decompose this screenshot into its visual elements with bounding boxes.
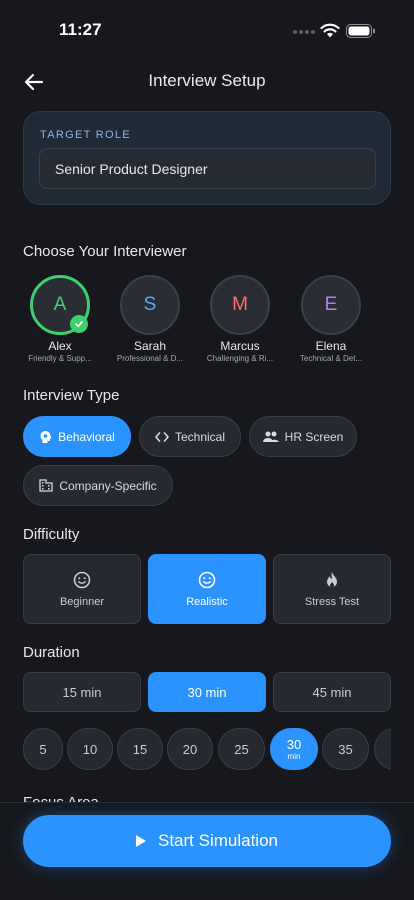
avatar-initial: E	[324, 294, 338, 315]
minute-picker[interactable]: 5 10 15 20 25 30 min 35	[23, 728, 391, 770]
minute-option[interactable]: 5	[23, 728, 63, 770]
interviewer-desc: Professional & D...	[116, 354, 184, 363]
duration-45[interactable]: 45 min	[273, 672, 391, 712]
interviewer-section-title: Choose Your Interviewer	[23, 243, 187, 260]
interviewer-name: Sarah	[133, 339, 167, 353]
avatar: E	[301, 275, 361, 335]
avatar-initial: M	[232, 294, 248, 315]
chip-technical[interactable]: Technical	[139, 416, 241, 457]
interviewer-sarah[interactable]: S Sarah Professional & D...	[110, 275, 190, 363]
start-simulation-label: Start Simulation	[158, 831, 278, 850]
interviewer-alex[interactable]: A Alex Friendly & Supp...	[20, 275, 100, 363]
target-role-input[interactable]: Senior Product Designer	[39, 148, 376, 189]
wifi-icon	[320, 23, 340, 38]
difficulty-title: Difficulty	[23, 526, 80, 543]
duration-title: Duration	[23, 644, 80, 661]
interview-type-title: Interview Type	[23, 387, 120, 404]
minute-option[interactable]: 20	[167, 728, 213, 770]
minute-option[interactable]: 15	[117, 728, 163, 770]
duration-30[interactable]: 30 min	[148, 672, 266, 712]
minute-option[interactable]: 10	[67, 728, 113, 770]
status-time: 11:27	[59, 20, 102, 39]
smile-icon	[73, 571, 91, 588]
smile-icon	[198, 571, 216, 588]
interviewer-desc: Challenging & Ri...	[206, 354, 274, 363]
interviewer-desc: Technical & Det...	[299, 354, 363, 363]
signal-icon	[293, 30, 315, 34]
duration-15[interactable]: 15 min	[23, 672, 141, 712]
minute-value: 30	[286, 737, 302, 752]
target-role-card: TARGET ROLE Senior Product Designer	[23, 111, 391, 205]
chip-label: Technical	[174, 429, 226, 444]
chip-hr-screen[interactable]: HR Screen	[249, 416, 357, 457]
play-icon	[136, 835, 146, 847]
difficulty-label: Beginner	[59, 595, 105, 608]
interviewer-name: Marcus	[220, 339, 260, 353]
interviewer-desc: Friendly & Supp...	[28, 354, 92, 363]
status-bar: 11:27	[0, 0, 414, 56]
minute-option[interactable]: 25	[218, 728, 265, 770]
interviewer-name: Elena	[315, 339, 347, 353]
building-icon	[39, 479, 53, 492]
target-role-label: TARGET ROLE	[40, 129, 131, 141]
interviewer-name: Alex	[48, 339, 72, 353]
minute-option-selected[interactable]: 30 min	[270, 728, 318, 770]
interviewer-elena[interactable]: E Elena Technical & Det...	[291, 275, 371, 363]
avatar: A	[30, 275, 90, 335]
interviewer-marcus[interactable]: M Marcus Challenging & Ri...	[200, 275, 280, 363]
people-icon	[262, 431, 279, 442]
avatar: M	[210, 275, 270, 335]
code-icon	[155, 431, 169, 442]
difficulty-stress-test[interactable]: Stress Test	[273, 554, 391, 624]
avatar: S	[120, 275, 180, 335]
difficulty-beginner[interactable]: Beginner	[23, 554, 141, 624]
check-icon	[70, 315, 88, 333]
difficulty-realistic[interactable]: Realistic	[148, 554, 266, 624]
avatar-initial: S	[143, 294, 157, 315]
minute-option[interactable]: 35	[322, 728, 369, 770]
battery-icon	[346, 24, 375, 38]
chip-company-specific[interactable]: Company-Specific	[23, 465, 173, 506]
difficulty-label: Realistic	[186, 595, 228, 608]
chip-label: HR Screen	[284, 429, 344, 444]
chip-label: Behavioral	[58, 429, 115, 444]
flame-icon	[327, 571, 337, 587]
chip-behavioral[interactable]: Behavioral	[23, 416, 131, 457]
start-simulation-button[interactable]: Start Simulation	[23, 815, 391, 867]
avatar-initial: A	[53, 294, 67, 315]
difficulty-label: Stress Test	[304, 595, 360, 608]
chip-label: Company-Specific	[59, 478, 157, 493]
page-title: Interview Setup	[148, 71, 266, 90]
head-brain-icon	[40, 430, 52, 443]
minute-option[interactable]	[374, 728, 391, 770]
minute-unit: min	[287, 752, 301, 761]
